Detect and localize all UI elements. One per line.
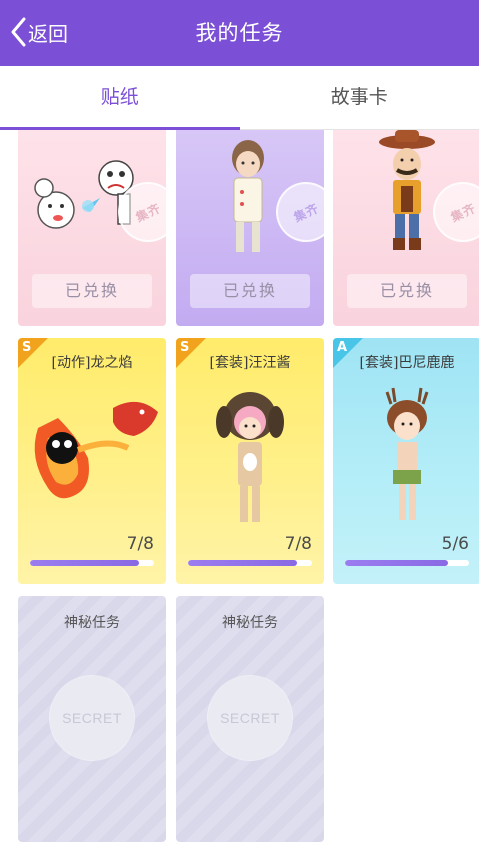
task-name: 神秘任务 bbox=[64, 615, 120, 631]
progress-bar bbox=[345, 560, 469, 566]
progress-bar-fill bbox=[345, 560, 449, 566]
tab-story-cards[interactable]: 故事卡 bbox=[240, 66, 479, 129]
tab-bar: 贴纸 故事卡 bbox=[0, 66, 479, 130]
task-card-collected[interactable]: 集齐 已兑换 bbox=[176, 130, 324, 326]
progress-bar bbox=[30, 560, 154, 566]
progress-bar-fill bbox=[188, 560, 297, 566]
task-card-collected[interactable]: 集齐 已兑换 bbox=[18, 130, 166, 326]
task-card-in-progress[interactable]: S [套装]汪汪酱 7/8 bbox=[176, 338, 324, 584]
task-grid: 集齐 已兑换 集齐 已兑换 集齐 已兑换 S [动作]龙之焰 7/8 S [套装… bbox=[0, 130, 479, 842]
task-card-secret[interactable]: 神秘任务 SECRET bbox=[18, 596, 166, 842]
sticker-art-deer-girl bbox=[385, 387, 429, 520]
sticker-art-puppy-girl bbox=[216, 392, 284, 522]
sticker-art-fire-dragon bbox=[34, 401, 158, 499]
progress-bar-fill bbox=[30, 560, 139, 566]
redeemed-button[interactable]: 已兑换 bbox=[32, 274, 152, 308]
secret-badge: SECRET bbox=[50, 676, 134, 760]
progress-count: 7/8 bbox=[284, 534, 312, 554]
secret-badge: SECRET bbox=[208, 676, 292, 760]
progress-bar bbox=[188, 560, 312, 566]
redeemed-button[interactable]: 已兑换 bbox=[190, 274, 310, 308]
top-bar: 返回 我的任务 bbox=[0, 0, 479, 66]
progress-count: 7/8 bbox=[126, 534, 154, 554]
page-title: 我的任务 bbox=[195, 21, 284, 45]
task-name: 神秘任务 bbox=[222, 615, 278, 631]
progress-count: 5/6 bbox=[441, 534, 469, 554]
task-card-secret[interactable]: 神秘任务 SECRET bbox=[176, 596, 324, 842]
task-card-collected[interactable]: 集齐 已兑换 bbox=[333, 130, 479, 326]
task-name: [套装]汪汪酱 bbox=[209, 355, 291, 371]
task-card-in-progress[interactable]: A [套装]巴尼鹿鹿 5/6 bbox=[333, 338, 479, 584]
task-name: [套装]巴尼鹿鹿 bbox=[359, 355, 455, 371]
redeemed-button[interactable]: 已兑换 bbox=[347, 274, 467, 308]
task-name: [动作]龙之焰 bbox=[51, 355, 133, 371]
tab-stickers[interactable]: 贴纸 bbox=[0, 66, 240, 130]
task-card-in-progress[interactable]: S [动作]龙之焰 7/8 bbox=[18, 338, 166, 584]
